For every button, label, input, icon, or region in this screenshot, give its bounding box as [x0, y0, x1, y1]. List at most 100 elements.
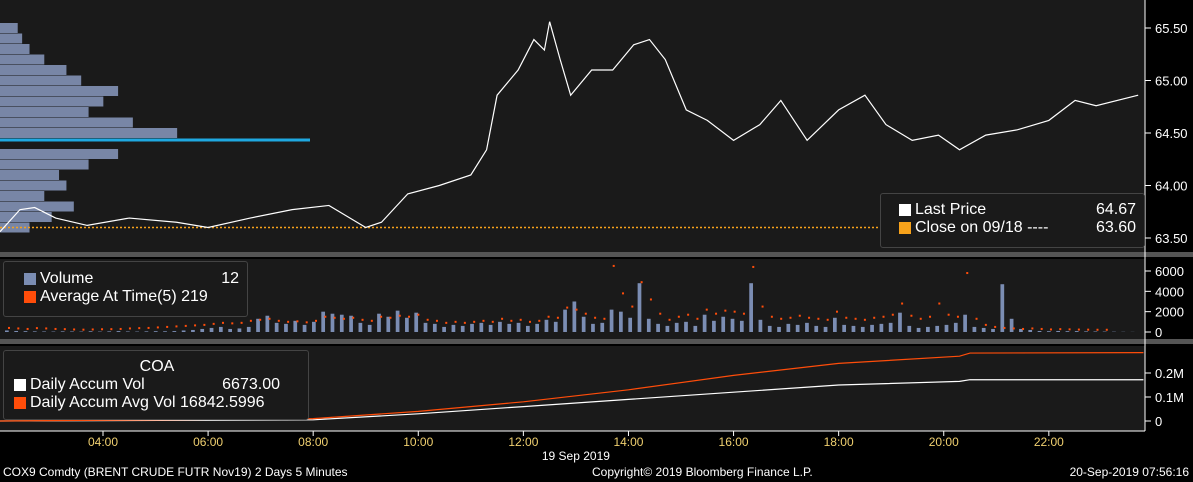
volume-profile-bar — [0, 212, 52, 222]
volume-bar — [907, 325, 912, 332]
volume-bar — [1000, 284, 1005, 332]
volume-bar — [1084, 331, 1088, 332]
footer-timestamp: 20-Sep-2019 07:56:16 — [1069, 465, 1189, 479]
volume-bar — [163, 331, 167, 332]
volume-bar — [767, 325, 772, 332]
volume-bar — [237, 328, 242, 332]
volume-bar — [609, 309, 614, 332]
volume-bar — [684, 321, 688, 332]
volume-bar — [60, 331, 65, 332]
volume-bar — [888, 322, 893, 332]
volume-bar — [321, 311, 326, 332]
volume-bar — [107, 331, 112, 332]
avg-dot — [417, 313, 420, 316]
volume-bar — [535, 323, 540, 332]
volume-bar — [777, 326, 781, 332]
avg-dot — [966, 272, 969, 275]
x-tick-label: 16:00 — [719, 435, 749, 449]
accum-legend-title: COA — [139, 358, 175, 375]
avg-dot — [454, 320, 457, 323]
avg-dot — [789, 316, 792, 319]
avg-dot — [1031, 327, 1034, 330]
volume-bar — [953, 322, 958, 332]
avg-dot — [845, 316, 848, 319]
avg-dot — [510, 319, 513, 322]
avg-dot — [798, 314, 801, 317]
avg-dot — [17, 327, 20, 330]
accum-avg-label: Daily Accum Avg Vol — [30, 394, 176, 411]
avg-dot — [1012, 327, 1015, 330]
volume-bar — [860, 326, 865, 332]
volume-bar — [926, 326, 930, 332]
volume-swatch — [24, 273, 36, 285]
volume-bar — [600, 322, 605, 332]
volume-bar — [32, 331, 37, 332]
avg-dot — [82, 328, 85, 331]
avg-dot — [1022, 327, 1025, 330]
y-tick-label: 0.2M — [1155, 366, 1184, 381]
y-tick-label: 65.00 — [1155, 74, 1188, 89]
avg-label: Average At Time(5) — [40, 288, 177, 305]
volume-profile-bar — [0, 159, 89, 170]
avg-dot — [305, 321, 308, 324]
volume-bar — [274, 322, 279, 332]
x-date-label: 19 Sep 2019 — [542, 449, 610, 463]
volume-bar — [1028, 329, 1033, 332]
avg-dot — [203, 323, 206, 326]
volume-bar — [200, 328, 205, 332]
volume-bar — [153, 331, 158, 332]
volume-bar — [405, 317, 409, 332]
avg-dot — [640, 281, 643, 284]
volume-bar — [42, 331, 46, 332]
volume-profile-highlight — [0, 138, 310, 142]
volume-bar — [70, 331, 74, 332]
avg-dot — [594, 316, 597, 319]
volume-bar — [935, 325, 940, 332]
avg-dot — [73, 328, 76, 331]
volume-bar — [330, 313, 335, 332]
avg-dot — [315, 319, 318, 322]
avg-value: 219 — [181, 288, 208, 305]
volume-bar — [730, 318, 735, 332]
close-label: Close on 09/18 ---- — [915, 219, 1049, 236]
avg-dot — [1003, 326, 1006, 329]
volume-bar — [814, 325, 819, 332]
close-swatch — [899, 222, 911, 234]
volume-bar — [1093, 331, 1098, 332]
avg-dot — [35, 327, 38, 330]
x-tick-label: 08:00 — [298, 435, 328, 449]
volume-profile-bar — [0, 75, 82, 86]
avg-dot — [463, 321, 466, 324]
avg-dot — [873, 316, 876, 319]
volume-bar — [432, 323, 437, 332]
accum-value: 6673.00 — [222, 376, 280, 393]
avg-dot — [473, 320, 476, 323]
avg-dot — [761, 305, 764, 308]
avg-dot — [882, 315, 885, 318]
volume-bar — [14, 330, 19, 332]
volume-bar — [1074, 331, 1079, 332]
volume-bar — [339, 314, 344, 332]
volume-bar — [656, 323, 660, 332]
volume-bar — [898, 312, 902, 332]
avg-dot — [575, 308, 578, 311]
accum-label: Daily Accum Vol — [30, 376, 145, 393]
volume-bar — [1037, 330, 1042, 332]
volume-profile-bar — [0, 54, 45, 65]
accum-swatch — [14, 379, 26, 391]
volume-bar — [218, 326, 223, 332]
x-tick-label: 20:00 — [929, 435, 959, 449]
volume-value: 12 — [221, 270, 239, 287]
volume-bar — [423, 322, 428, 332]
price-legend: Last Price 64.67 Close on 09/18 ---- 63.60 — [880, 193, 1145, 248]
avg-dot — [780, 317, 783, 320]
volume-bar — [795, 324, 800, 332]
volume-legend: Volume 12 Average At Time(5) 219 — [3, 261, 248, 317]
y-tick-label: 0 — [1155, 414, 1162, 429]
volume-bar — [88, 331, 93, 332]
volume-bar — [674, 322, 679, 332]
avg-dot — [491, 320, 494, 323]
volume-bar — [619, 311, 623, 332]
avg-dot — [519, 318, 522, 321]
avg-dot — [994, 325, 997, 328]
